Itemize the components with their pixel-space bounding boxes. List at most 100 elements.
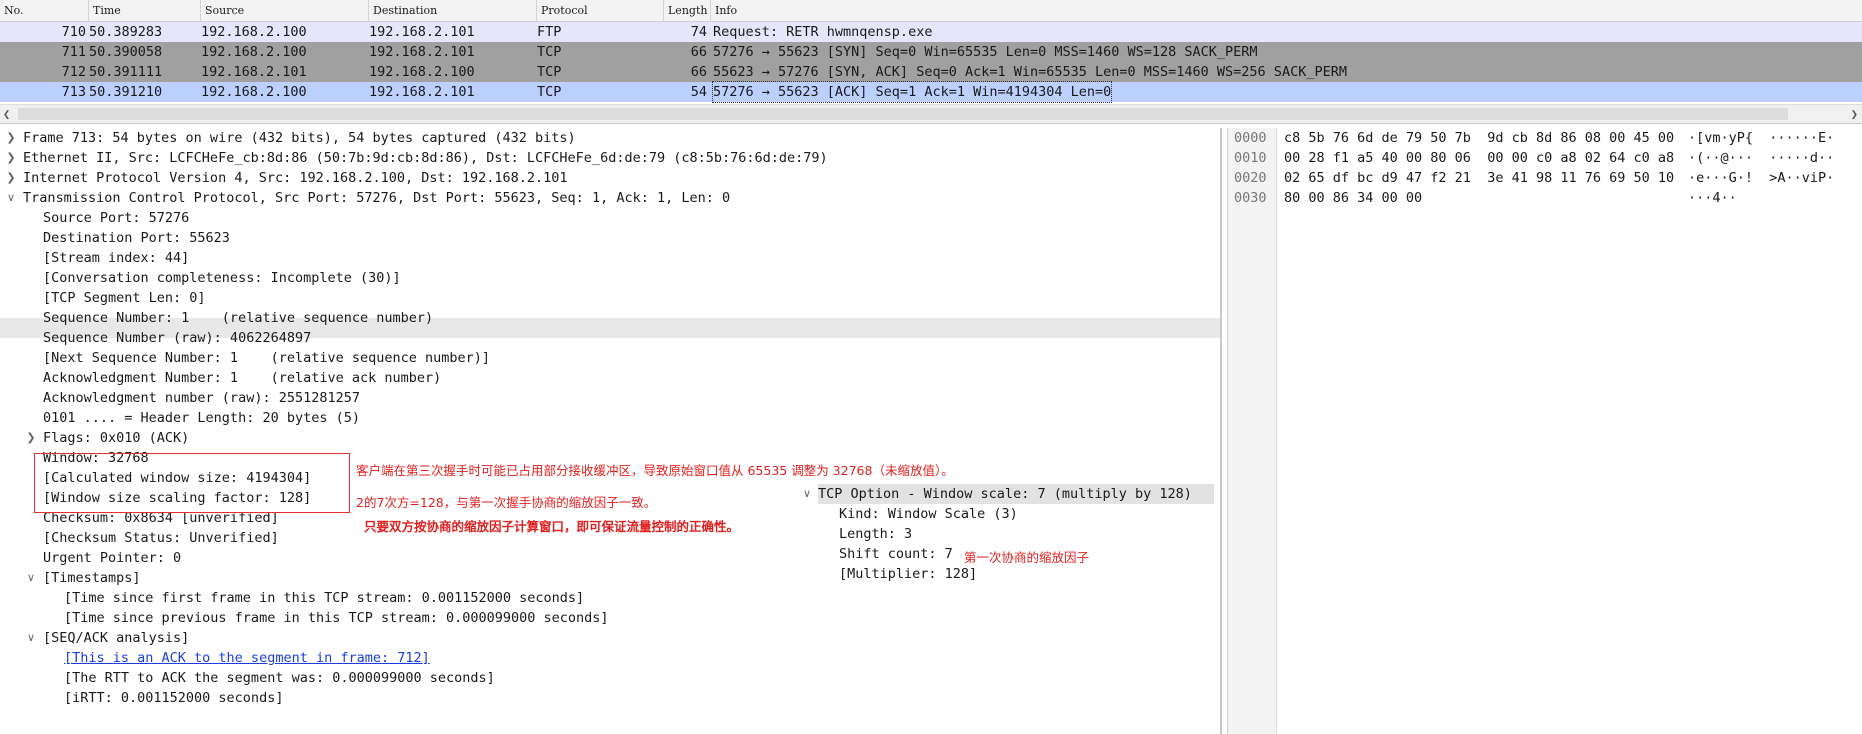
packet-destination: 192.168.2.101 — [369, 84, 475, 100]
annotation-note-shift: 第一次协商的缩放因子 — [964, 550, 1090, 565]
hex-bytes[interactable]: 80 00 86 34 00 00 — [1284, 188, 1422, 208]
packet-info: Request: RETR hwmnqensp.exe — [713, 24, 933, 40]
packet-source: 192.168.2.101 — [201, 64, 307, 80]
hex-offset: 0020 — [1234, 170, 1267, 186]
chevron-right-icon[interactable]: ❯ — [24, 428, 38, 448]
tcp-option-window-scale[interactable]: TCP Option - Window scale: 7 (multiply b… — [818, 484, 1192, 504]
packet-time: 50.391210 — [89, 84, 163, 100]
tcp-ack-number[interactable]: Acknowledgment Number: 1 (relative ack n… — [43, 368, 441, 388]
chevron-left-icon[interactable]: ❮ — [3, 105, 10, 124]
tree-frame[interactable]: Frame 713: 54 bytes on wire (432 bits), … — [23, 128, 576, 148]
tcp-next-sequence[interactable]: [Next Sequence Number: 1 (relative seque… — [43, 348, 490, 368]
rtt-to-ack[interactable]: [The RTT to ACK the segment was: 0.00009… — [64, 668, 495, 688]
packet-source: 192.168.2.100 — [201, 84, 307, 100]
tcp-sequence-raw[interactable]: Sequence Number (raw): 4062264897 — [43, 328, 311, 348]
tree-tcp[interactable]: Transmission Control Protocol, Src Port:… — [23, 188, 730, 208]
annotation-note-flow-control: 只要双方按协商的缩放因子计算窗口，即可保证流量控制的正确性。 — [364, 519, 740, 534]
packet-row-712[interactable]: 712 50.391111 192.168.2.101 192.168.2.10… — [0, 62, 1862, 82]
packet-bytes-pane[interactable]: 0000 c8 5b 76 6d de 79 50 7b 9d cb 8d 86… — [1227, 128, 1862, 734]
packet-row-713[interactable]: 713 50.391210 192.168.2.100 192.168.2.10… — [0, 81, 1862, 103]
packet-info: 57276 → 55623 [ACK] Seq=1 Ack=1 Win=4194… — [711, 81, 1113, 103]
chevron-right-icon[interactable]: ❯ — [4, 148, 18, 168]
packet-protocol: TCP — [537, 64, 562, 80]
chevron-down-icon[interactable]: ∨ — [24, 568, 38, 588]
annotation-note-scaling: 2的7次方=128，与第一次握手协商的缩放因子一致。 — [356, 495, 657, 510]
chevron-right-icon[interactable]: ❯ — [1851, 105, 1858, 124]
tcp-checksum-status[interactable]: [Checksum Status: Unverified] — [43, 528, 279, 548]
hex-ascii[interactable]: ···4·· — [1688, 188, 1737, 208]
packet-protocol: FTP — [537, 24, 562, 40]
chevron-down-icon[interactable]: ∨ — [4, 188, 18, 208]
packet-no: 713 — [61, 84, 86, 100]
packet-info: 55623 → 57276 [SYN, ACK] Seq=0 Ack=1 Win… — [713, 64, 1347, 80]
tcp-urgent-pointer[interactable]: Urgent Pointer: 0 — [43, 548, 181, 568]
packet-protocol: TCP — [537, 84, 562, 100]
packet-source: 192.168.2.100 — [201, 44, 307, 60]
hex-ascii[interactable]: ·(··@··· ·····d·· — [1688, 148, 1834, 168]
packet-no: 710 — [61, 24, 86, 40]
packet-time: 50.389283 — [89, 24, 163, 40]
hex-ascii[interactable]: ·e···G·! >A··viP· — [1688, 168, 1834, 188]
hex-bytes[interactable]: 00 28 f1 a5 40 00 80 06 00 00 c0 a8 02 6… — [1284, 148, 1674, 168]
column-time[interactable]: Time — [89, 0, 201, 22]
option-multiplier[interactable]: [Multiplier: 128] — [839, 564, 977, 584]
column-protocol[interactable]: Protocol — [537, 0, 664, 22]
packet-row-711[interactable]: 711 50.390058 192.168.2.100 192.168.2.10… — [0, 42, 1862, 62]
irtt[interactable]: [iRTT: 0.001152000 seconds] — [64, 688, 283, 708]
tcp-stream-index[interactable]: [Stream index: 44] — [43, 248, 189, 268]
column-length[interactable]: Length — [664, 0, 711, 22]
chevron-right-icon[interactable]: ❯ — [4, 128, 18, 148]
tcp-header-length[interactable]: 0101 .... = Header Length: 20 bytes (5) — [43, 408, 360, 428]
column-no[interactable]: No. — [0, 0, 89, 22]
packet-destination: 192.168.2.101 — [369, 24, 475, 40]
tcp-sequence-number[interactable]: Sequence Number: 1 (relative sequence nu… — [43, 308, 433, 328]
hex-bytes[interactable]: c8 5b 76 6d de 79 50 7b 9d cb 8d 86 08 0… — [1284, 128, 1674, 148]
tcp-source-port[interactable]: Source Port: 57276 — [43, 208, 189, 228]
chevron-right-icon[interactable]: ❯ — [4, 168, 18, 188]
window-fields-highlight-box — [34, 453, 350, 513]
tree-ethernet[interactable]: Ethernet II, Src: LCFCHeFe_cb:8d:86 (50:… — [23, 148, 828, 168]
packet-length: 66 — [690, 64, 707, 80]
packet-length: 74 — [690, 24, 707, 40]
packet-length: 54 — [690, 84, 707, 100]
tcp-conversation-completeness[interactable]: [Conversation completeness: Incomplete (… — [43, 268, 401, 288]
ts-previous-frame[interactable]: [Time since previous frame in this TCP s… — [64, 608, 609, 628]
tcp-ack-raw[interactable]: Acknowledgment number (raw): 2551281257 — [43, 388, 360, 408]
packet-destination: 192.168.2.100 — [369, 64, 475, 80]
hex-ascii[interactable]: ·[vm·yP{ ······E· — [1688, 128, 1834, 148]
tcp-segment-len[interactable]: [TCP Segment Len: 0] — [43, 288, 206, 308]
hex-offset: 0000 — [1234, 130, 1267, 146]
packet-destination: 192.168.2.101 — [369, 44, 475, 60]
packet-info: 57276 → 55623 [SYN] Seq=0 Win=65535 Len=… — [713, 44, 1258, 60]
horizontal-scrollbar[interactable]: ❮ ❯ — [0, 104, 1862, 123]
tcp-timestamps[interactable]: [Timestamps] — [43, 568, 141, 588]
packet-time: 50.390058 — [89, 44, 163, 60]
packet-length: 66 — [690, 44, 707, 60]
chevron-down-icon[interactable]: ∨ — [800, 484, 814, 504]
ack-frame-link[interactable]: [This is an ACK to the segment in frame:… — [64, 648, 430, 668]
tree-ip[interactable]: Internet Protocol Version 4, Src: 192.16… — [23, 168, 568, 188]
packet-details-pane[interactable]: ❯ Frame 713: 54 bytes on wire (432 bits)… — [0, 128, 1222, 734]
packet-source: 192.168.2.100 — [201, 24, 307, 40]
column-info[interactable]: Info — [711, 0, 1862, 22]
tcp-destination-port[interactable]: Destination Port: 55623 — [43, 228, 230, 248]
annotation-note-window: 客户端在第三次握手时可能已占用部分接收缓冲区，导致原始窗口值从 65535 调整… — [356, 463, 954, 478]
ts-first-frame[interactable]: [Time since first frame in this TCP stre… — [64, 588, 584, 608]
scrollbar-thumb[interactable] — [18, 108, 1788, 120]
chevron-down-icon[interactable]: ∨ — [24, 628, 38, 648]
tcp-seq-ack-analysis[interactable]: [SEQ/ACK analysis] — [43, 628, 189, 648]
option-length[interactable]: Length: 3 — [839, 524, 912, 544]
column-destination[interactable]: Destination — [369, 0, 537, 22]
hex-bytes[interactable]: 02 65 df bc d9 47 f2 21 3e 41 98 11 76 6… — [1284, 168, 1674, 188]
tcp-flags[interactable]: Flags: 0x010 (ACK) — [43, 428, 189, 448]
packet-no: 712 — [61, 64, 86, 80]
packet-list-header: No. Time Source Destination Protocol Len… — [0, 0, 1862, 22]
column-source[interactable]: Source — [201, 0, 369, 22]
option-shift-count[interactable]: Shift count: 7 — [839, 544, 953, 564]
hex-offset: 0030 — [1234, 190, 1267, 206]
packet-no: 711 — [61, 44, 86, 60]
option-kind[interactable]: Kind: Window Scale (3) — [839, 504, 1018, 524]
packet-row-710[interactable]: 710 50.389283 192.168.2.100 192.168.2.10… — [0, 22, 1862, 42]
hex-offset-column — [1228, 128, 1277, 734]
packet-list[interactable]: No. Time Source Destination Protocol Len… — [0, 0, 1862, 124]
